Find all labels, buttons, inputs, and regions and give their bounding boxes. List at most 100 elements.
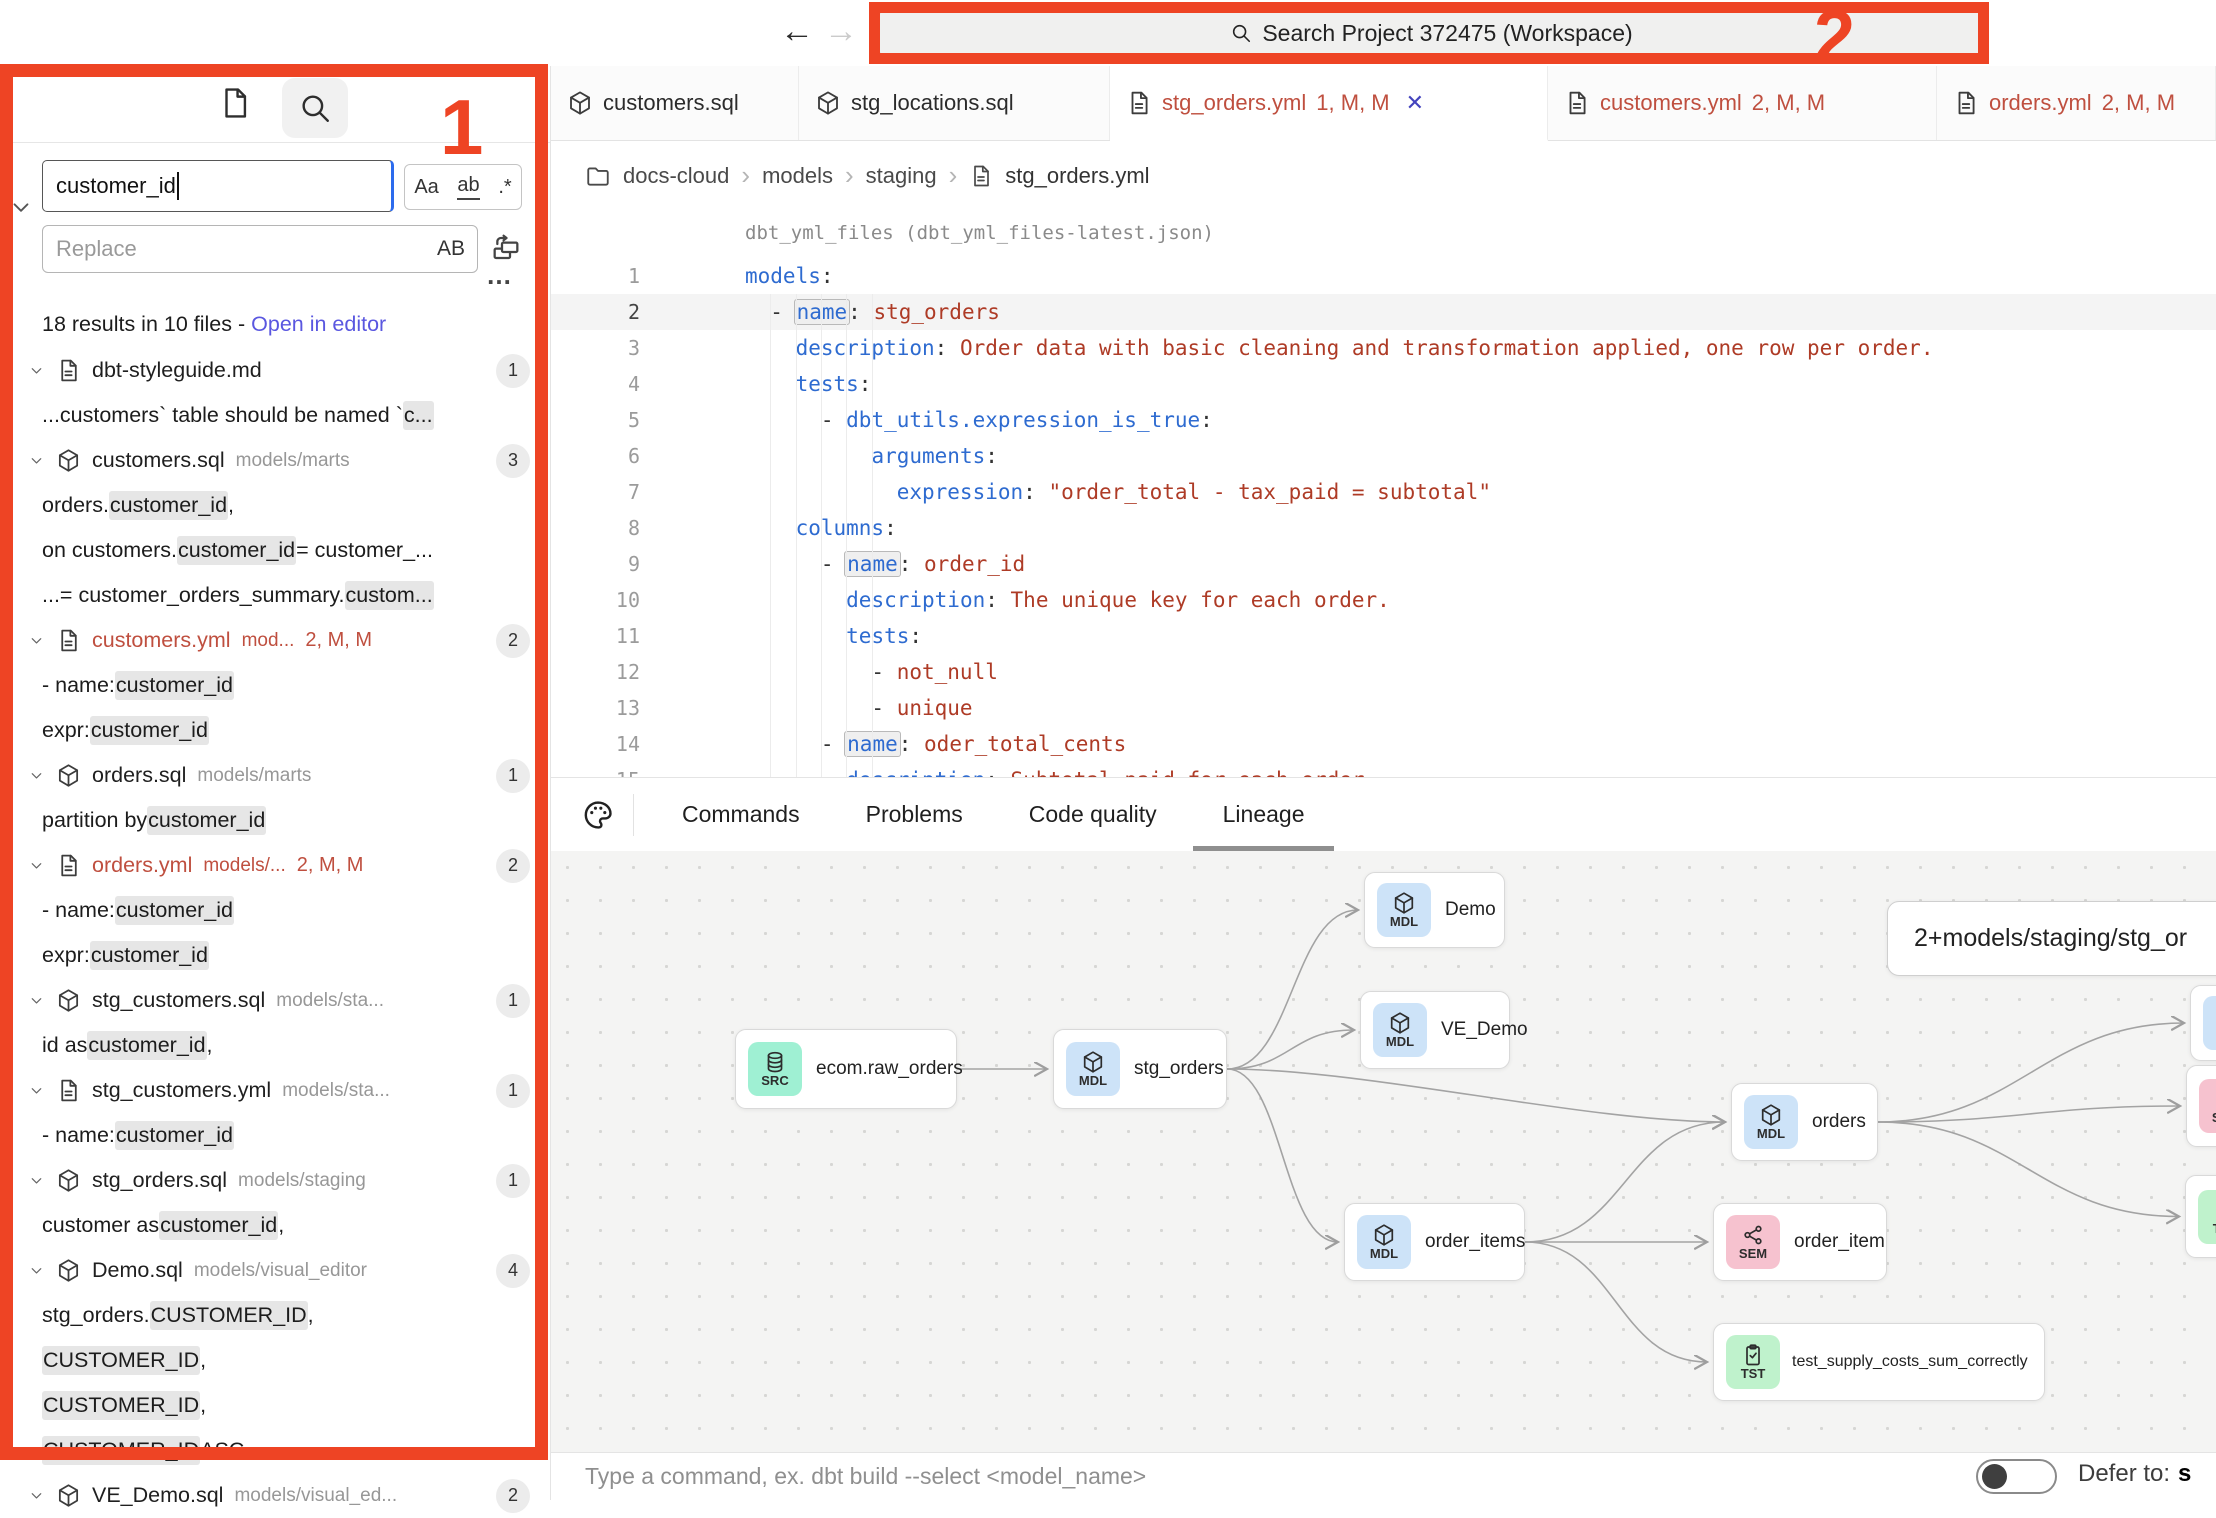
search-result-match[interactable]: ...= customer_orders_summary.custom...	[0, 573, 550, 618]
lineage-node-group_stg[interactable]: 2+models/staging/stg_or	[1887, 901, 2216, 976]
search-result-file[interactable]: dbt-styleguide.md1	[0, 348, 550, 393]
search-result-match[interactable]: on customers.customer_id = customer_...	[0, 528, 550, 573]
chevron-down-icon[interactable]	[28, 767, 45, 784]
schema-hint[interactable]: dbt_yml_files (dbt_yml_files-latest.json…	[745, 222, 2216, 258]
defer-value: s	[2178, 1460, 2191, 1487]
lineage-canvas[interactable]: SRCecom.raw_orders MDLstg_orders MDLDemo MD…	[551, 851, 2216, 1452]
defer-toggle[interactable]	[1976, 1459, 2057, 1494]
search-result-match[interactable]: - name: customer_id	[0, 1113, 550, 1158]
code-line-5[interactable]: 5 - dbt_utils.expression_is_true:	[551, 402, 2216, 438]
search-result-match[interactable]: - name: customer_id	[0, 663, 550, 708]
search-result-file[interactable]: stg_orders.sqlmodels/staging1	[0, 1158, 550, 1203]
code-line-3[interactable]: 3 description: Order data with basic cle…	[551, 330, 2216, 366]
code-line-9[interactable]: 9 - name: order_id	[551, 546, 2216, 582]
code-line-15[interactable]: 15 description: Subtotal paid for each o…	[551, 762, 2216, 777]
tab-orders.yml[interactable]: orders.yml2, M, M	[1937, 66, 2216, 140]
close-icon[interactable]: ✕	[1406, 90, 1424, 116]
preserve-case-button[interactable]: AB	[437, 237, 465, 261]
command-input[interactable]: Type a command, ex. dbt build --select <…	[585, 1463, 1146, 1490]
chevron-down-icon[interactable]	[28, 452, 45, 469]
search-result-match[interactable]: - name: customer_id	[0, 888, 550, 933]
result-file-flags: 2, M, M	[305, 629, 372, 652]
chevron-down-icon	[28, 452, 45, 469]
chevron-down-icon[interactable]	[28, 1487, 45, 1504]
lineage-node-ecom.raw_orders[interactable]: SRCecom.raw_orders	[735, 1029, 957, 1109]
search-result-match[interactable]: CUSTOMER_ID,	[0, 1338, 550, 1383]
code-line-2[interactable]: 2 - name: stg_orders	[551, 294, 2216, 330]
chevron-down-icon[interactable]	[28, 632, 45, 649]
project-search-bar[interactable]: Search Project 372475 (Workspace)	[878, 9, 1985, 57]
lineage-node-partial_tst[interactable]: TST	[2185, 1175, 2216, 1258]
chevron-down-icon[interactable]	[28, 362, 45, 379]
search-result-match[interactable]: customer as customer_id,	[0, 1203, 550, 1248]
replace-input[interactable]: Replace AB	[42, 225, 478, 273]
search-result-match[interactable]: CUSTOMER_ID,	[0, 1383, 550, 1428]
breadcrumb-item[interactable]: models	[762, 163, 833, 189]
lineage-node-stg_orders[interactable]: MDLstg_orders	[1053, 1029, 1227, 1109]
search-result-match[interactable]: id as customer_id,	[0, 1023, 550, 1068]
code-line-4[interactable]: 4 tests:	[551, 366, 2216, 402]
more-actions-button[interactable]: …	[486, 262, 514, 288]
lineage-node-test_supply_costs_sum_correctly[interactable]: TSTtest_supply_costs_sum_correctly	[1713, 1323, 2045, 1401]
tab-customers.sql[interactable]: customers.sql	[551, 66, 799, 140]
breadcrumb-item[interactable]: staging	[866, 163, 937, 189]
search-result-file[interactable]: stg_customers.ymlmodels/sta...1	[0, 1068, 550, 1113]
lineage-node-Demo[interactable]: MDLDemo	[1364, 872, 1505, 948]
panel-tab-code-quality[interactable]: Code quality	[999, 778, 1187, 852]
code-line-12[interactable]: 12 - not_null	[551, 654, 2216, 690]
search-result-match[interactable]: orders.customer_id,	[0, 483, 550, 528]
whole-word-button[interactable]: ab	[457, 174, 479, 200]
panel-tab-problems[interactable]: Problems	[836, 778, 993, 852]
search-result-file[interactable]: orders.ymlmodels/...2, M, M2	[0, 843, 550, 888]
lineage-node-partial_sem[interactable]: SEM	[2186, 1065, 2216, 1147]
code-line-6[interactable]: 6 arguments:	[551, 438, 2216, 474]
result-file-path: models/marts	[236, 450, 350, 472]
code-editor[interactable]: dbt_yml_files (dbt_yml_files-latest.json…	[551, 210, 2216, 777]
search-result-match[interactable]: partition by customer_id	[0, 798, 550, 843]
search-result-file[interactable]: VE_Demo.sqlmodels/visual_ed...2	[0, 1473, 550, 1518]
search-tab-icon[interactable]	[282, 78, 348, 138]
back-icon[interactable]: ←	[780, 12, 814, 50]
code-line-11[interactable]: 11 tests:	[551, 618, 2216, 654]
search-result-file[interactable]: orders.sqlmodels/marts1	[0, 753, 550, 798]
search-result-file[interactable]: Demo.sqlmodels/visual_editor4	[0, 1248, 550, 1293]
code-line-10[interactable]: 10 description: The unique key for each …	[551, 582, 2216, 618]
palette-icon[interactable]	[581, 798, 615, 832]
lineage-node-order_items[interactable]: MDLorder_items	[1344, 1203, 1525, 1281]
tab-stg_locations.sql[interactable]: stg_locations.sql	[799, 66, 1110, 140]
open-in-editor-link[interactable]: Open in editor	[251, 312, 386, 336]
search-result-file[interactable]: customers.sqlmodels/marts3	[0, 438, 550, 483]
breadcrumb-file[interactable]: stg_orders.yml	[1005, 163, 1149, 189]
tab-customers.yml[interactable]: customers.yml2, M, M	[1548, 66, 1937, 140]
code-line-13[interactable]: 13 - unique	[551, 690, 2216, 726]
panel-tab-lineage[interactable]: Lineage	[1193, 778, 1335, 852]
breadcrumb-item[interactable]: docs-cloud	[623, 163, 729, 189]
lineage-node-VE_Demo[interactable]: MDLVE_Demo	[1360, 991, 1510, 1069]
regex-button[interactable]: .*	[498, 176, 511, 199]
search-result-match[interactable]: expr: customer_id	[0, 708, 550, 753]
code-line-14[interactable]: 14 - name: oder_total_cents	[551, 726, 2216, 762]
search-result-match[interactable]: expr: customer_id	[0, 933, 550, 978]
panel-tab-commands[interactable]: Commands	[652, 778, 830, 852]
search-result-file[interactable]: customers.ymlmod...2, M, M2	[0, 618, 550, 663]
lineage-node-partial_mdl[interactable]: MDL	[2190, 985, 2216, 1061]
chevron-down-icon[interactable]	[28, 857, 45, 874]
tab-stg_orders.yml[interactable]: stg_orders.yml1, M, M✕	[1110, 66, 1548, 141]
match-case-button[interactable]: Aa	[414, 176, 438, 199]
chevron-down-icon[interactable]	[28, 1172, 45, 1189]
chevron-down-icon[interactable]	[28, 1082, 45, 1099]
file-explorer-icon[interactable]	[218, 86, 252, 120]
lineage-node-order_item[interactable]: SEMorder_item	[1713, 1203, 1887, 1281]
code-line-1[interactable]: 1models:	[551, 258, 2216, 294]
search-result-match[interactable]: ...customers` table should be named `c..…	[0, 393, 550, 438]
code-line-8[interactable]: 8 columns:	[551, 510, 2216, 546]
code-line-7[interactable]: 7 expression: "order_total - tax_paid = …	[551, 474, 2216, 510]
chevron-down-icon[interactable]	[28, 992, 45, 1009]
search-result-file[interactable]: stg_customers.sqlmodels/sta...1	[0, 978, 550, 1023]
toggle-replace-icon[interactable]	[8, 194, 34, 220]
lineage-node-orders[interactable]: MDLorders	[1731, 1083, 1878, 1161]
search-result-match[interactable]: CUSTOMER_ID ASC,	[0, 1428, 550, 1473]
chevron-down-icon[interactable]	[28, 1262, 45, 1279]
search-input[interactable]: customer_id	[42, 160, 394, 212]
search-result-match[interactable]: stg_orders.CUSTOMER_ID,	[0, 1293, 550, 1338]
